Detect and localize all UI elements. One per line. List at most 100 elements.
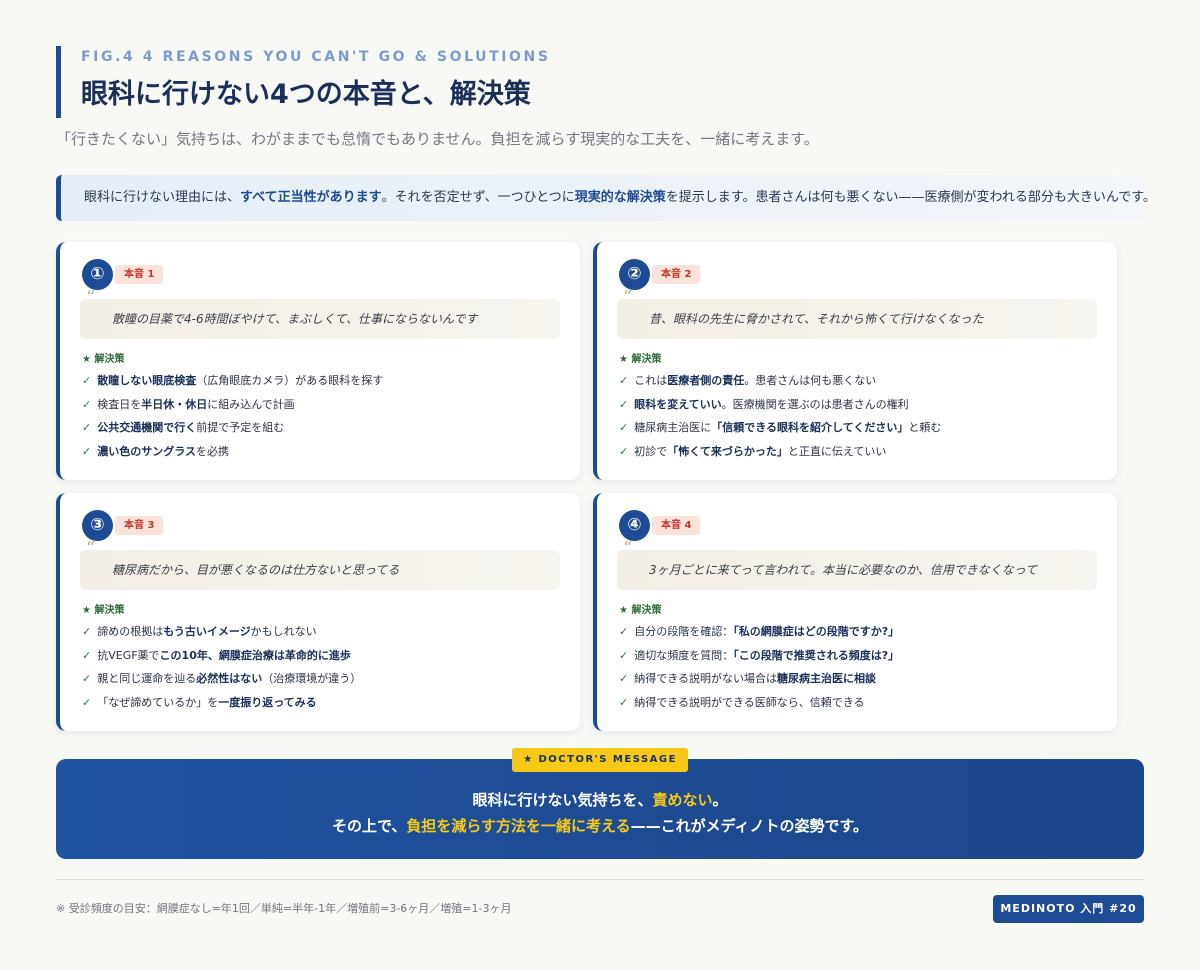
message-highlight: 責めない xyxy=(652,791,713,809)
solution-label: ★ 解決策 xyxy=(619,605,662,616)
solution-list: ✓ 自分の段階を確認：「私の網膜症はどの段階ですか?」 ✓ 適切な頻度を質問：「この… xyxy=(619,624,899,718)
page-title: 眼科に行けない4つの本音と、解決策 xyxy=(81,79,531,110)
quote-text: 3ヶ月ごとに来てって言われて。本当に必要なのか、信用できなくなって xyxy=(649,563,1038,577)
quote-box: 3ヶ月ごとに来てって言われて。本当に必要なのか、信用できなくなって xyxy=(617,550,1097,590)
item-text: これは xyxy=(634,374,668,387)
item-text: （治療環境が違う） xyxy=(262,672,362,685)
series-badge: MEDINOTO 入門 #20 xyxy=(993,895,1144,923)
card-number: ① xyxy=(82,259,113,290)
solution-label: ★ 解決策 xyxy=(619,354,662,365)
message-highlight: 負担を減らす方法を一緒に考える xyxy=(406,817,631,835)
check-icon: ✓ xyxy=(82,374,92,387)
page-subtitle: 「行きたくない」気持ちは、わがままでも怠惰でもありません。負担を減らす現実的な工… xyxy=(56,130,819,148)
item-emphasis: 「この段階で推奨される頻度は?」 xyxy=(733,648,900,662)
honne-badge: 本音 2 xyxy=(652,265,701,284)
message-text: 。 xyxy=(712,791,728,809)
reason-card-2: ② 本音 2 昔、眼科の先生に脅かされて、それから怖くて行けなくなった “ ★ … xyxy=(593,242,1117,480)
message-text: その上で、 xyxy=(331,817,407,835)
doctor-message-line-2: その上で、負担を減らす方法を一緒に考える——これがメディノトの姿勢です。 xyxy=(56,815,1144,837)
quote-mark-icon: “ xyxy=(86,538,96,559)
item-text: 前提で予定を組む xyxy=(196,421,285,434)
item-text: 抗VEGF薬で xyxy=(97,648,160,662)
doctor-message-tag: ★ DOCTOR'S MESSAGE xyxy=(512,748,688,772)
card-number: ④ xyxy=(619,510,650,541)
notice-text: 。それを否定せず、一つひとつに xyxy=(381,190,575,205)
card-number: ③ xyxy=(82,510,113,541)
check-icon: ✓ xyxy=(619,421,629,434)
item-emphasis: この10年、網膜症治療は革命的に進歩 xyxy=(159,648,351,662)
quote-text: 糖尿病だから、目が悪くなるのは仕方ないと思ってる xyxy=(112,563,400,577)
solution-item: ✓ 諦めの根拠はもう古いイメージかもしれない xyxy=(82,624,361,648)
solution-item: ✓ これは医療者側の責任。患者さんは何も悪くない xyxy=(619,373,941,397)
check-icon: ✓ xyxy=(619,374,629,387)
item-emphasis: 「怖くて来づらかった」 xyxy=(667,444,788,458)
title-block: FIG.4 4 REASONS YOU CAN'T GO & SOLUTIONS… xyxy=(56,46,1146,118)
item-text: を必携 xyxy=(196,444,229,458)
solution-list: ✓ 散瞳しない眼底検査（広角眼底カメラ）がある眼科を探す ✓ 検査日を半日休・休日に… xyxy=(82,373,383,467)
figure-label: FIG.4 4 REASONS YOU CAN'T GO & SOLUTIONS xyxy=(81,49,551,65)
item-emphasis: 必然性はない xyxy=(196,672,263,685)
quote-box: 散瞳の目薬で4-6時間ぼやけて、まぶしくて、仕事にならないんです xyxy=(80,299,560,339)
solution-item: ✓ 「なぜ諦めているか」を一度振り返ってみる xyxy=(82,695,361,719)
item-emphasis: 糖尿病主治医に相談 xyxy=(777,672,876,685)
message-text: ——これがメディノトの姿勢です。 xyxy=(630,817,869,835)
reason-card-3: ③ 本音 3 糖尿病だから、目が悪くなるのは仕方ないと思ってる “ ★ 解決策 … xyxy=(56,493,580,731)
footnote: ※ 受診頻度の目安：網膜症なし=年1回／単純=半年-1年／増殖前=3-6ヶ月／増… xyxy=(56,902,512,915)
solution-item: ✓ 糖尿病主治医に「信頼できる眼科を紹介してください」と頼む xyxy=(619,420,941,444)
solution-label: ★ 解決策 xyxy=(82,605,125,616)
check-icon: ✓ xyxy=(82,695,92,709)
solution-item: ✓ 納得できる説明ができる医師なら、信頼できる xyxy=(619,695,899,719)
solution-label: ★ 解決策 xyxy=(82,354,125,365)
check-icon: ✓ xyxy=(619,397,629,411)
item-emphasis: 一度振り返ってみる xyxy=(218,695,317,709)
solution-item: ✓ 公共交通機関で行く前提で予定を組む xyxy=(82,420,383,444)
solution-item: ✓ 抗VEGF薬でこの10年、網膜症治療は革命的に進歩 xyxy=(82,648,361,672)
item-text: 納得できる説明ができる医師なら、信頼できる xyxy=(634,695,865,709)
solution-list: ✓ これは医療者側の責任。患者さんは何も悪くない ✓ 眼科を変えていい。医療機関を選… xyxy=(619,373,941,467)
notice-emphasis: 現実的な解決策 xyxy=(574,190,666,205)
solution-item: ✓ 適切な頻度を質問：「この段階で推奨される頻度は?」 xyxy=(619,648,899,672)
message-text: 眼科に行けない気持ちを、 xyxy=(472,791,653,809)
doctor-message-panel: 眼科に行けない気持ちを、責めない。 その上で、負担を減らす方法を一緒に考える——… xyxy=(56,759,1144,859)
item-text: 初診で xyxy=(634,444,668,458)
item-text: 検査日を xyxy=(97,397,142,411)
quote-text: 昔、眼科の先生に脅かされて、それから怖くて行けなくなった xyxy=(649,312,984,326)
footer-divider xyxy=(56,879,1144,880)
quote-mark-icon: “ xyxy=(623,287,633,308)
honne-badge: 本音 1 xyxy=(115,265,164,284)
item-text: と頼む xyxy=(908,421,942,434)
item-text: 「なぜ諦めているか」を xyxy=(97,695,219,709)
notice-text: を提示します。患者さんは何も悪くない——医療側が変われる部分も大きいんです。 xyxy=(665,190,1156,205)
item-text: 。医療機関を選ぶのは患者さんの権利 xyxy=(721,397,909,411)
quote-mark-icon: “ xyxy=(623,538,633,559)
check-icon: ✓ xyxy=(82,672,92,685)
solution-item: ✓ 検査日を半日休・休日に組み込んで計画 xyxy=(82,397,383,421)
quote-mark-icon: “ xyxy=(86,287,96,308)
card-number: ② xyxy=(619,259,650,290)
check-icon: ✓ xyxy=(619,444,629,458)
item-emphasis: 医療者側の責任 xyxy=(667,374,745,387)
reason-card-1: ① 本音 1 散瞳の目薬で4-6時間ぼやけて、まぶしくて、仕事にならないんです … xyxy=(56,242,580,480)
item-emphasis: 散瞳しない眼底検査 xyxy=(97,374,197,387)
notice-text: 眼科に行けない理由には、 xyxy=(84,190,241,205)
quote-box: 糖尿病だから、目が悪くなるのは仕方ないと思ってる xyxy=(80,550,560,590)
solution-item: ✓ 初診で「怖くて来づらかった」と正直に伝えていい xyxy=(619,444,941,468)
solution-item: ✓ 眼科を変えていい。医療機関を選ぶのは患者さんの権利 xyxy=(619,397,941,421)
solution-item: ✓ 自分の段階を確認：「私の網膜症はどの段階ですか?」 xyxy=(619,624,899,648)
quote-text: 散瞳の目薬で4-6時間ぼやけて、まぶしくて、仕事にならないんです xyxy=(112,312,478,326)
quote-box: 昔、眼科の先生に脅かされて、それから怖くて行けなくなった xyxy=(617,299,1097,339)
intro-notice: 眼科に行けない理由には、すべて正当性があります。それを否定せず、一つひとつに現実… xyxy=(56,175,1156,221)
item-emphasis: 公共交通機関で行く xyxy=(97,421,197,434)
honne-badge: 本音 4 xyxy=(652,516,701,535)
item-emphasis: 半日休・休日 xyxy=(141,397,208,411)
solution-item: ✓ 納得できる説明がない場合は糖尿病主治医に相談 xyxy=(619,671,899,695)
check-icon: ✓ xyxy=(619,672,629,685)
item-text: 納得できる説明がない場合は xyxy=(634,672,777,685)
item-emphasis: もう古いイメージ xyxy=(163,625,251,638)
check-icon: ✓ xyxy=(82,397,92,411)
check-icon: ✓ xyxy=(82,648,92,662)
item-text: 自分の段階を確認： xyxy=(634,625,734,638)
check-icon: ✓ xyxy=(619,648,629,662)
notice-emphasis: すべて正当性があります xyxy=(240,190,382,205)
item-text: 。患者さんは何も悪くない xyxy=(744,374,877,387)
